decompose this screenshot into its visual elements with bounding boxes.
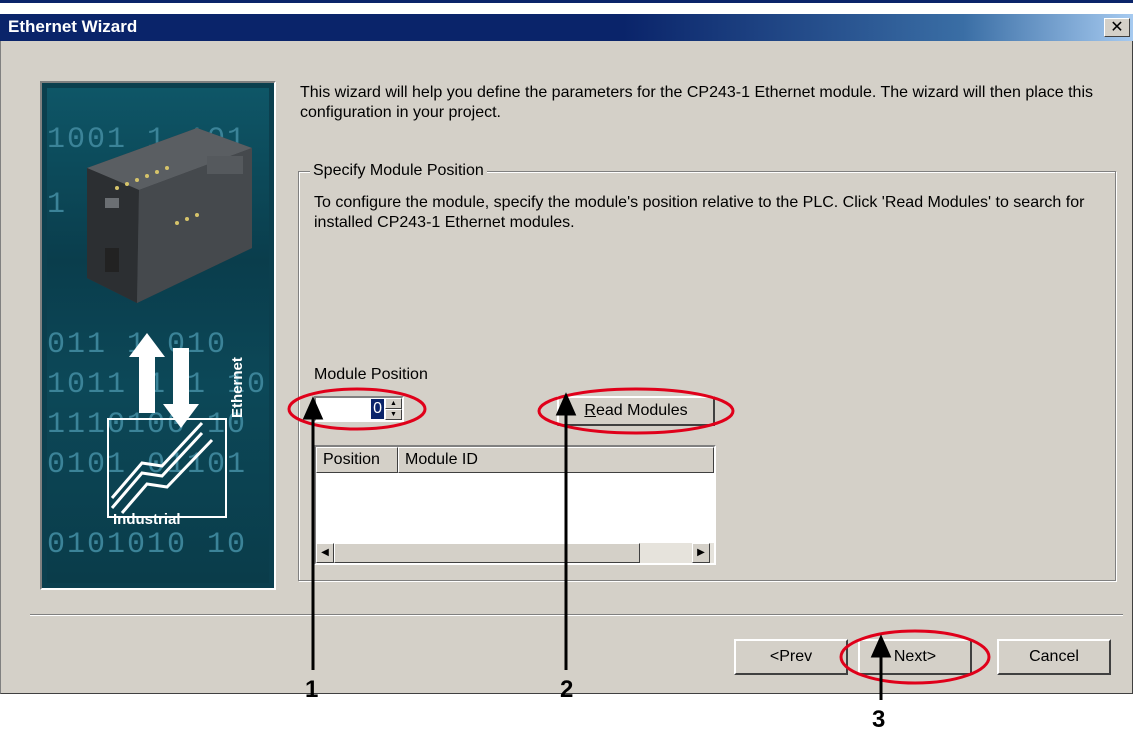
scroll-right-button[interactable]: ▶ xyxy=(692,543,710,563)
industrial-ethernet-logo xyxy=(107,418,227,518)
horizontal-scrollbar[interactable]: ◀ ▶ xyxy=(316,543,714,563)
industrial-label: Industrial xyxy=(113,511,181,528)
module-position-spinner[interactable]: 0 ▲ ▼ xyxy=(314,396,404,422)
scrollbar-thumb[interactable] xyxy=(334,543,640,563)
intro-text: This wizard will help you define the par… xyxy=(300,84,1093,121)
close-icon: ✕ xyxy=(1110,19,1124,36)
chevron-up-icon: ▲ xyxy=(390,400,397,407)
close-button[interactable]: ✕ xyxy=(1104,18,1130,37)
title-bar[interactable]: Ethernet Wizard ✕ xyxy=(0,14,1133,41)
arrow-right-icon: ▶ xyxy=(697,547,705,558)
cancel-button[interactable]: Cancel xyxy=(997,639,1111,675)
group-description: To configure the module, specify the mod… xyxy=(314,194,1085,231)
window-top-edge xyxy=(0,0,1133,14)
wizard-illustration: 1001 1 101 1 1 1 1 01 011 1 010 1011 1 1… xyxy=(40,81,276,590)
callout-label-2: 2 xyxy=(560,676,574,703)
ethernet-label: Ethernet xyxy=(229,357,246,418)
read-modules-label: ead Modules xyxy=(595,402,688,419)
arrow-left-icon: ◀ xyxy=(321,547,329,558)
module-position-input[interactable]: 0 xyxy=(371,399,384,419)
chevron-down-icon: ▼ xyxy=(390,411,397,418)
window-title: Ethernet Wizard xyxy=(8,17,138,36)
callout-label-1: 1 xyxy=(305,676,319,703)
read-modules-mnemonic: R xyxy=(584,402,596,419)
prev-button[interactable]: <Prev xyxy=(734,639,848,675)
column-header-position[interactable]: Position xyxy=(316,447,398,473)
next-button[interactable]: Next> xyxy=(858,639,972,675)
read-modules-button[interactable]: Read Modules xyxy=(557,396,715,426)
group-title: Specify Module Position xyxy=(310,161,487,181)
modules-list[interactable]: Position Module ID ◀ ▶ xyxy=(314,445,716,565)
transfer-arrows-icon xyxy=(129,333,199,428)
spin-up-button[interactable]: ▲ xyxy=(385,398,402,409)
callout-label-3: 3 xyxy=(872,706,886,733)
column-header-module-id[interactable]: Module ID xyxy=(398,447,714,473)
plc-device-image xyxy=(87,128,252,303)
illustration-background: 1001 1 101 1 1 1 1 01 011 1 010 1011 1 1… xyxy=(47,88,269,583)
scroll-left-button[interactable]: ◀ xyxy=(316,543,334,563)
spin-down-button[interactable]: ▼ xyxy=(385,409,402,420)
binary-row: 0101010 10 xyxy=(47,528,248,562)
footer-separator xyxy=(30,614,1123,616)
module-position-label: Module Position xyxy=(314,366,428,383)
